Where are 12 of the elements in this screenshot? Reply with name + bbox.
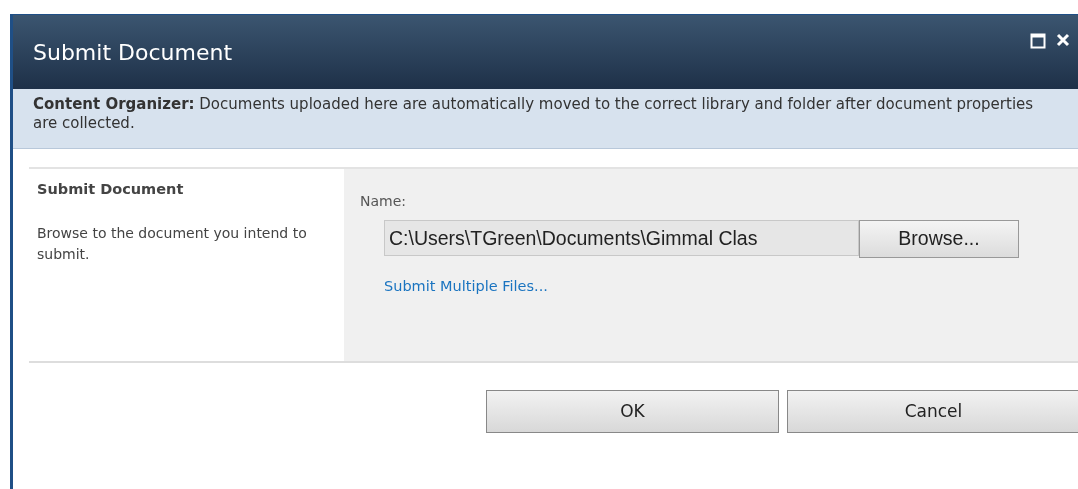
window-title: Submit Document (33, 38, 232, 67)
browse-button[interactable]: Browse... (859, 220, 1019, 258)
section-description: Browse to the document you intend to submit. (37, 223, 308, 264)
section-title: Submit Document (37, 180, 185, 199)
notice-text: Content Organizer: Documents uploaded here are automatically moved to the correct library and folder after document properties are collected. (33, 95, 1034, 132)
submit-multiple-link[interactable]: Submit Multiple Files... (384, 278, 548, 294)
close-icon[interactable] (1056, 33, 1070, 47)
ok-button[interactable]: OK (486, 390, 779, 433)
field-label: Name: (360, 192, 408, 211)
maximize-icon[interactable] (1030, 33, 1046, 49)
cancel-button[interactable]: Cancel (787, 390, 1078, 433)
file-path-field[interactable]: C:\Users\TGreen\Documents\Gimmal Clas (384, 220, 859, 256)
